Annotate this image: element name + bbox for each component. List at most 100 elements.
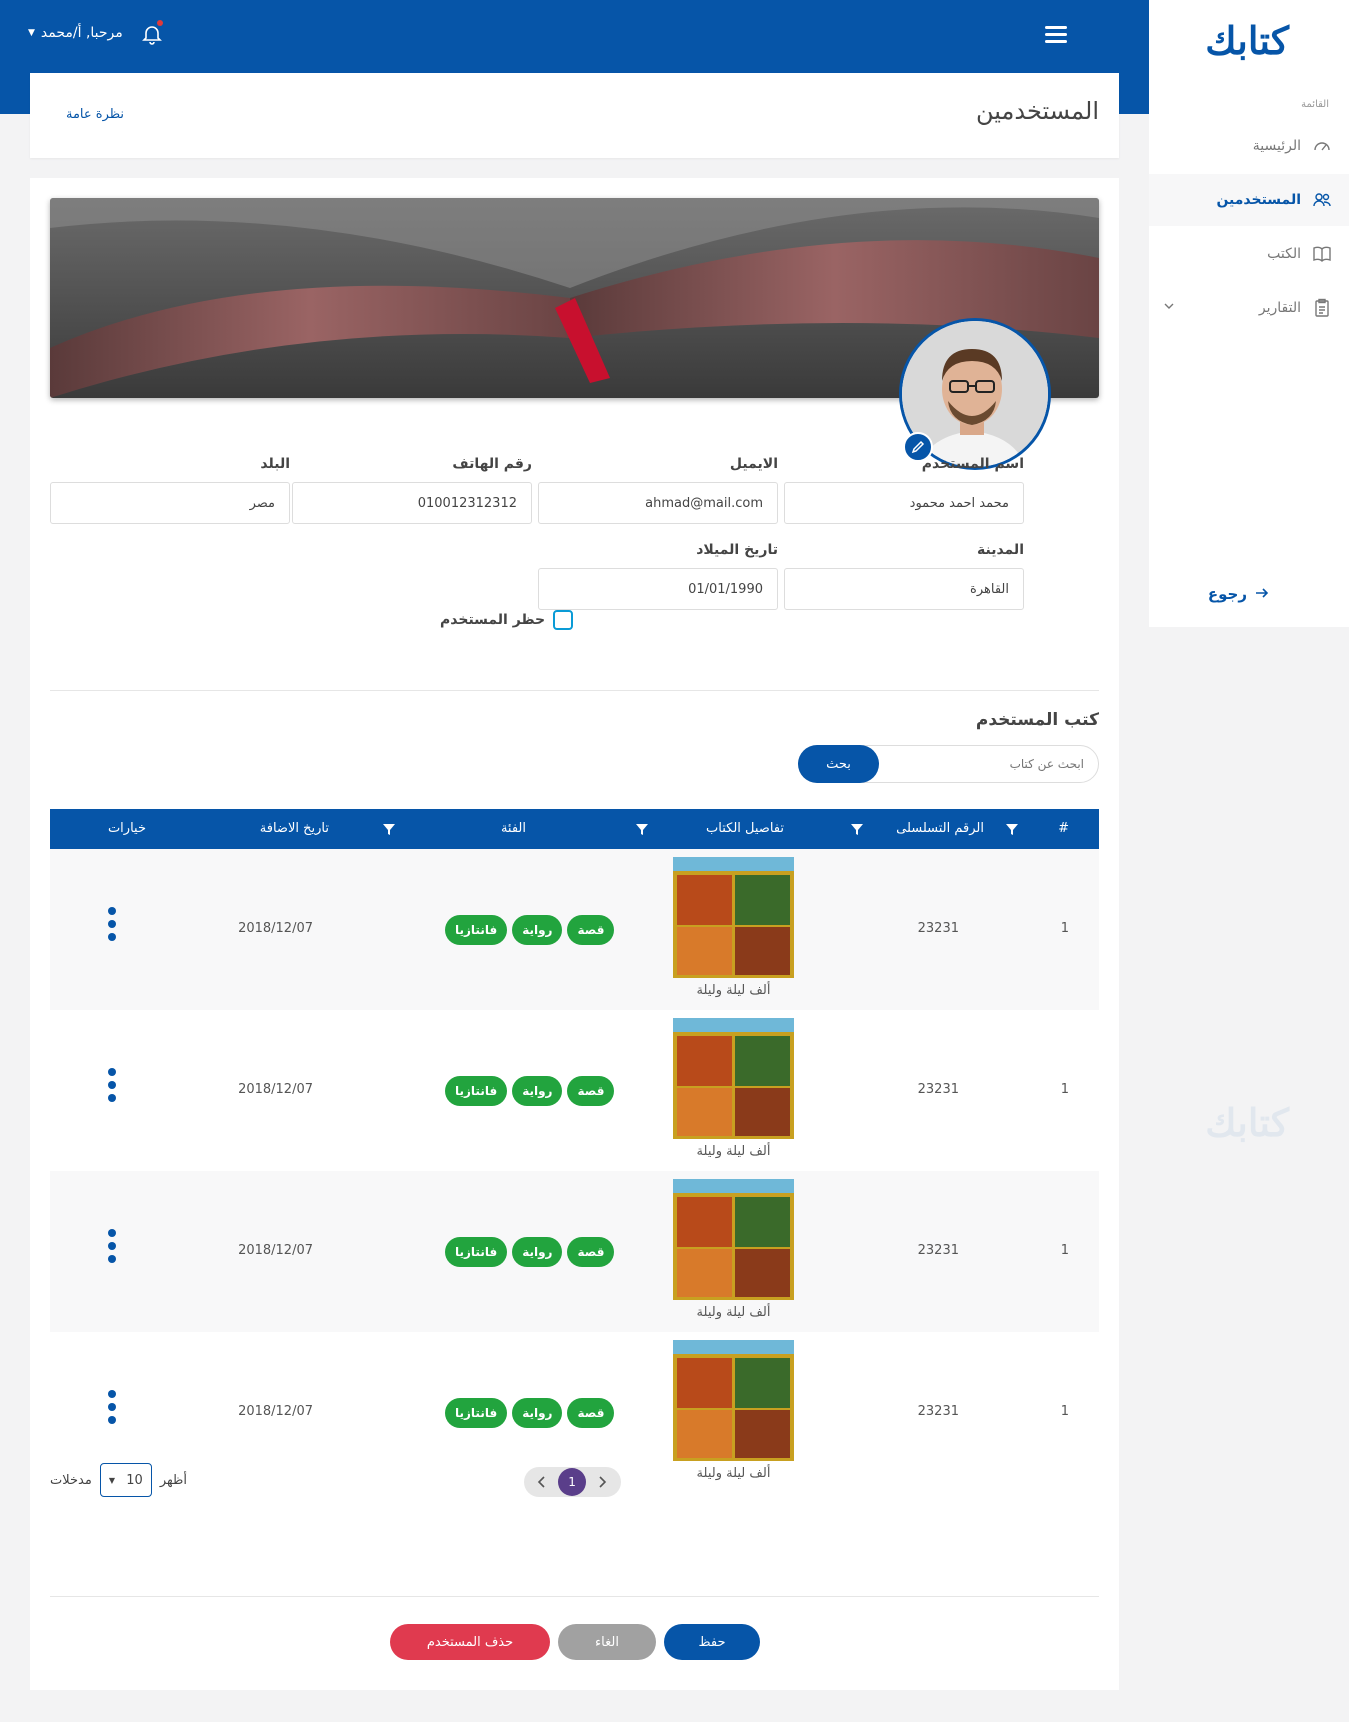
username-input[interactable] — [784, 482, 1024, 524]
divider — [50, 1596, 1099, 1597]
block-user-label: حظر المستخدم — [440, 612, 546, 628]
col-category: الفئة — [500, 821, 526, 836]
cancel-button[interactable]: الغاء — [558, 1624, 656, 1660]
sidebar-item-home[interactable]: الرئيسية — [1149, 120, 1349, 172]
country-input[interactable] — [50, 482, 290, 524]
city-input[interactable] — [784, 568, 1024, 610]
city-label: المدينة — [977, 542, 1024, 558]
book-title[interactable]: ألف ليلة وليلة — [650, 1466, 817, 1481]
sidebar: كتابك القائمة الرئيسية المستخدمين الكتب … — [1149, 0, 1349, 627]
notification-bell-icon[interactable] — [140, 20, 164, 46]
page-current[interactable]: 1 — [558, 1468, 586, 1496]
birthdate-input[interactable] — [538, 568, 778, 610]
country-field: البلد — [50, 456, 290, 524]
table-row: 1 23231 ألف ليلة وليلة قصة رواية فانتازي… — [50, 849, 1099, 1010]
per-page-value: 10 — [126, 1472, 143, 1488]
country-label: البلد — [260, 456, 290, 472]
sidebar-item-label: المستخدمين — [1216, 192, 1301, 208]
arrow-right-icon — [1255, 585, 1269, 603]
per-page-control: أظهر ▼ 10 مدخلات — [50, 1463, 187, 1497]
caret-down-icon: ▼ — [28, 28, 35, 38]
sidebar-item-label: الكتب — [1267, 246, 1301, 262]
book-search: بحث — [798, 745, 1099, 783]
row-index: 1 — [1060, 1404, 1069, 1419]
sidebar-ghost: كتابك — [1149, 1080, 1349, 1720]
book-cover-image[interactable] — [673, 857, 794, 978]
tag: قصة — [567, 1237, 615, 1267]
filter-icon[interactable] — [1005, 822, 1019, 836]
birthdate-label: تاريخ الميلاد — [696, 542, 778, 558]
filter-icon[interactable] — [635, 822, 649, 836]
greeting-text: مرحبا, أ/محمد — [40, 25, 123, 41]
row-serial: 23231 — [917, 1404, 959, 1419]
row-date: 2018/12/07 — [238, 1082, 313, 1097]
search-button[interactable]: بحث — [798, 745, 879, 783]
category-tags: قصة رواية فانتازيا — [445, 1237, 615, 1267]
email-input[interactable] — [538, 482, 778, 524]
row-date: 2018/12/07 — [238, 1404, 313, 1419]
options-menu-icon[interactable] — [106, 1229, 116, 1265]
filter-icon[interactable] — [382, 822, 396, 836]
user-menu[interactable]: مرحبا, أ/محمد ▼ — [28, 25, 123, 41]
pencil-icon — [911, 440, 925, 454]
table-row: 1 23231 ألف ليلة وليلة قصة رواية فانتازي… — [50, 1010, 1099, 1171]
phone-field: رقم الهاتف — [292, 456, 532, 524]
sidebar-item-users[interactable]: المستخدمين — [1149, 174, 1349, 226]
row-index: 1 — [1060, 1082, 1069, 1097]
tag: رواية — [512, 1237, 563, 1267]
book-title[interactable]: ألف ليلة وليلة — [650, 983, 817, 998]
chevron-left-icon[interactable] — [532, 1472, 552, 1492]
row-index: 1 — [1060, 921, 1069, 936]
book-cover-image[interactable] — [673, 1018, 794, 1139]
table-header: # الرقم التسلسلى تفاصيل الكتاب الفئة تار… — [50, 809, 1099, 849]
book-search-input[interactable] — [878, 746, 1098, 782]
row-serial: 23231 — [917, 1243, 959, 1258]
overview-link[interactable]: نظرة عامة — [66, 107, 124, 122]
main-card: اسم المستخدم الايميل رقم الهاتف البلد ال… — [30, 178, 1119, 1690]
birthdate-field: تاريخ الميلاد — [538, 542, 778, 610]
hamburger-menu-icon[interactable] — [1045, 26, 1067, 44]
book-cover-image[interactable] — [673, 1179, 794, 1300]
block-user-checkbox[interactable]: حظر المستخدم — [440, 610, 574, 630]
tag: فانتازيا — [445, 1398, 508, 1428]
phone-label: رقم الهاتف — [452, 456, 532, 472]
logo-ghost: كتابك — [1205, 1100, 1291, 1145]
tag: رواية — [512, 1398, 563, 1428]
options-menu-icon[interactable] — [106, 1068, 116, 1104]
username-label: اسم المستخدم — [921, 456, 1024, 472]
book-title[interactable]: ألف ليلة وليلة — [650, 1144, 817, 1159]
row-date: 2018/12/07 — [238, 1243, 313, 1258]
options-menu-icon[interactable] — [106, 1390, 116, 1426]
filter-icon[interactable] — [850, 822, 864, 836]
delete-user-button[interactable]: حذف المستخدم — [390, 1624, 550, 1660]
phone-input[interactable] — [292, 482, 532, 524]
city-field: المدينة — [784, 542, 1024, 610]
notification-dot — [157, 20, 163, 26]
email-label: الايميل — [729, 456, 778, 472]
col-index: # — [1058, 821, 1069, 836]
chevron-right-icon[interactable] — [592, 1472, 612, 1492]
tag: قصة — [567, 915, 615, 945]
sidebar-item-reports[interactable]: التقارير — [1149, 282, 1349, 334]
menu-label: القائمة — [1301, 99, 1329, 110]
sidebar-item-books[interactable]: الكتب — [1149, 228, 1349, 280]
pagination: 1 — [524, 1467, 621, 1497]
book-cover-image[interactable] — [673, 1340, 794, 1461]
book-title[interactable]: ألف ليلة وليلة — [650, 1305, 817, 1320]
save-button[interactable]: حفظ — [664, 1624, 760, 1660]
tag: قصة — [567, 1076, 615, 1106]
category-tags: قصة رواية فانتازيا — [445, 1076, 615, 1106]
tag: فانتازيا — [445, 1076, 508, 1106]
back-label: رجوع — [1207, 585, 1247, 603]
options-menu-icon[interactable] — [106, 907, 116, 943]
tag: فانتازيا — [445, 915, 508, 945]
speedometer-icon — [1311, 135, 1333, 157]
clipboard-icon — [1311, 297, 1333, 319]
category-tags: قصة رواية فانتازيا — [445, 915, 615, 945]
page-header: المستخدمين نظرة عامة — [30, 73, 1119, 158]
sidebar-item-label: الرئيسية — [1252, 138, 1301, 154]
per-page-select[interactable]: ▼ 10 — [99, 1463, 152, 1497]
row-index: 1 — [1060, 1243, 1069, 1258]
back-link[interactable]: رجوع — [1208, 585, 1269, 603]
checkbox-box[interactable] — [553, 610, 574, 630]
